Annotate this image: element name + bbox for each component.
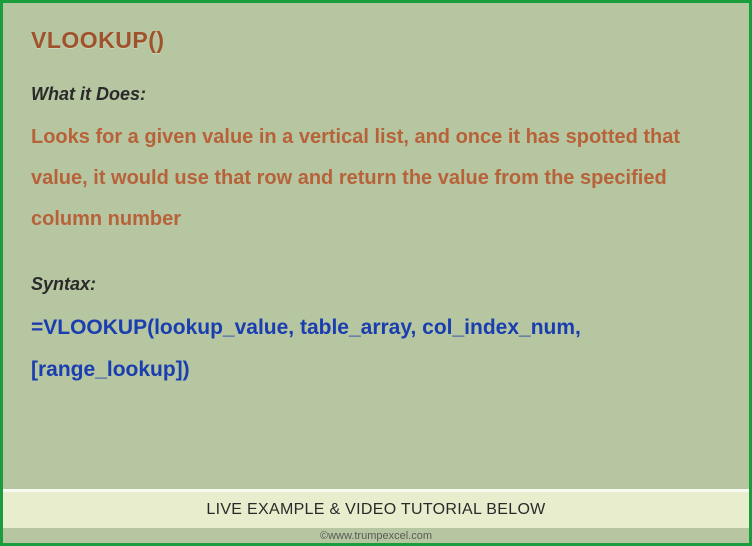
syntax-text: =VLOOKUP(lookup_value, table_array, col_… [31, 307, 721, 391]
footer-banner: LIVE EXAMPLE & VIDEO TUTORIAL BELOW [3, 489, 749, 528]
card-frame: VLOOKUP() What it Does: Looks for a give… [0, 0, 752, 546]
syntax-label: Syntax: [31, 274, 721, 295]
attribution-text: ©www.trumpexcel.com [3, 528, 749, 543]
function-description: Looks for a given value in a vertical li… [31, 117, 721, 240]
card-content: VLOOKUP() What it Does: Looks for a give… [3, 3, 749, 489]
what-it-does-label: What it Does: [31, 84, 721, 105]
function-title: VLOOKUP() [31, 27, 721, 54]
